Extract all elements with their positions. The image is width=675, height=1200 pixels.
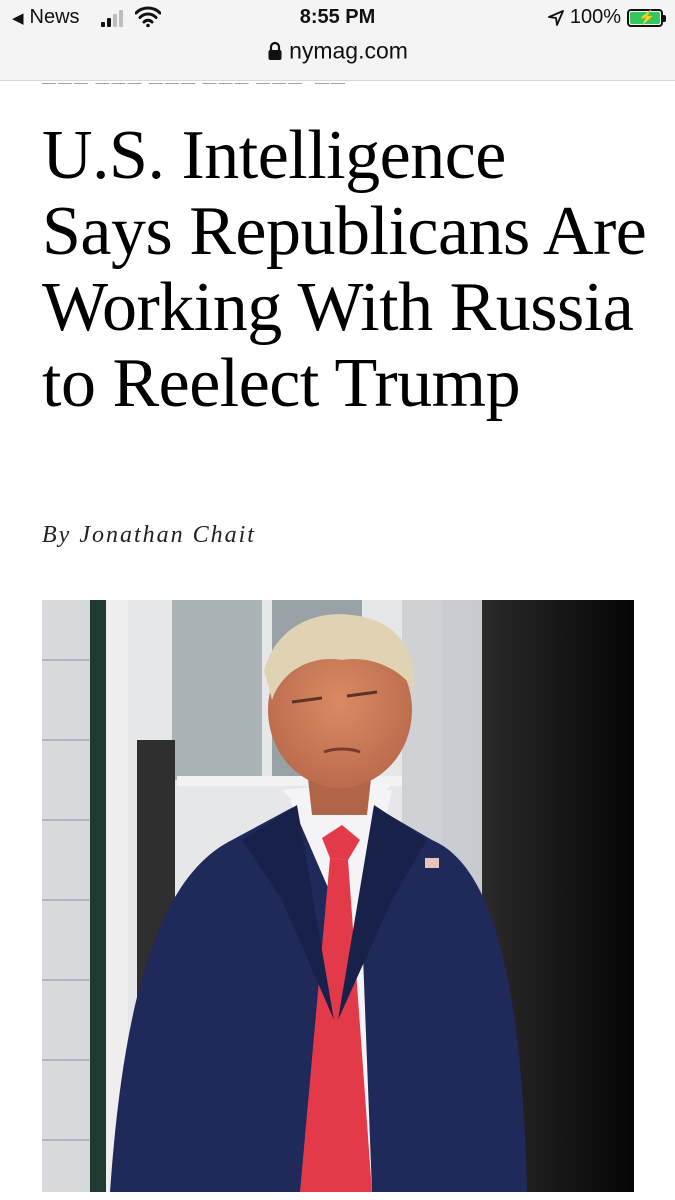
location-arrow-icon (547, 9, 564, 26)
article-photo (42, 600, 634, 1192)
article-photo-illustration (42, 600, 634, 1192)
browser-status-bar: ◀ News 8:55 PM 100% ⚡ nymag.com (0, 0, 675, 81)
battery-icon: ⚡ (627, 8, 666, 27)
article-headline: U.S. Intelligence Says Republicans Are W… (42, 117, 647, 422)
lock-icon (268, 41, 282, 60)
clipped-rubric-text: ——— ——— ——— ——— ———, —— (42, 76, 347, 84)
article-byline: By Jonathan Chait (42, 522, 256, 548)
status-right-group: 100% ⚡ (547, 6, 666, 29)
battery-percent: 100% (569, 6, 621, 28)
charging-bolt-icon: ⚡ (638, 8, 656, 25)
url-domain: nymag.com (289, 37, 408, 64)
address-bar[interactable]: nymag.com (0, 36, 675, 64)
